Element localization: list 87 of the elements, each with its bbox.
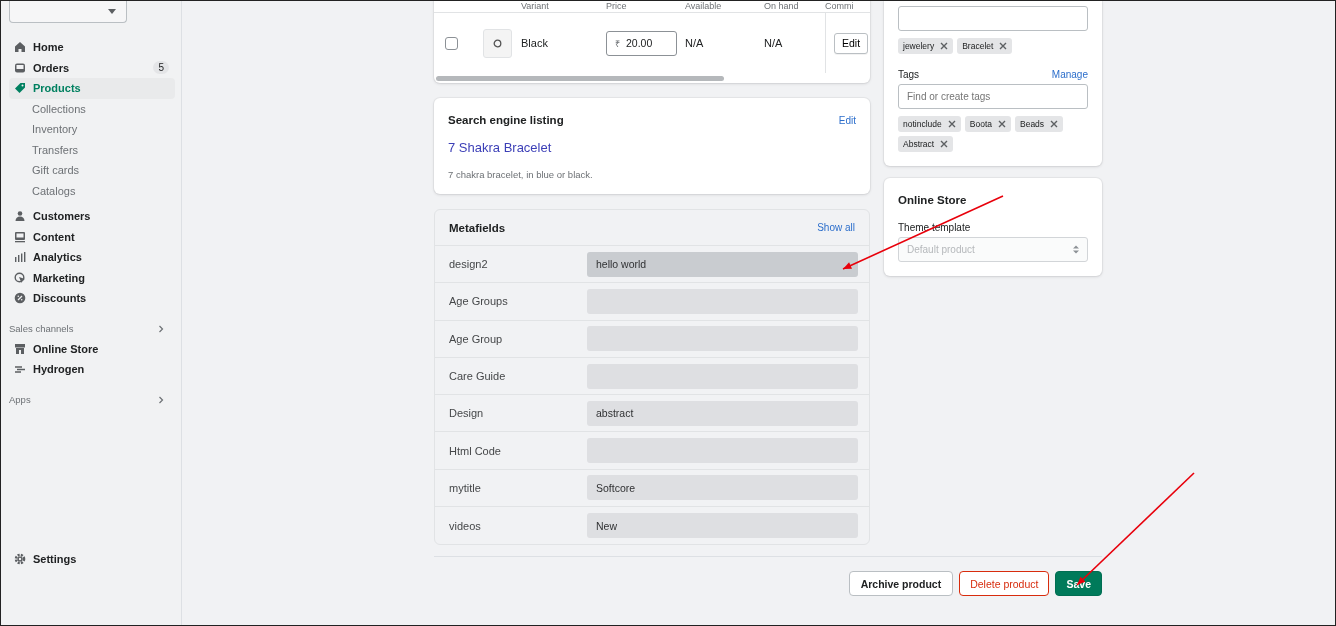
variant-name: Black (521, 37, 549, 49)
nav-subitem[interactable]: Collections (9, 98, 175, 119)
tag-chip: jewelery (898, 38, 954, 54)
section-heading: Sales channels (9, 323, 74, 334)
metafield-input[interactable]: New (587, 513, 858, 539)
metafield-label: videos (449, 519, 482, 532)
nav-subitem[interactable]: Gift cards (9, 160, 175, 181)
nav-subitem[interactable]: Transfers (9, 139, 175, 160)
collections-field[interactable] (898, 6, 1088, 31)
metafield-input[interactable]: abstract (587, 400, 858, 426)
metafield-label: Care Guide (449, 370, 507, 383)
wind-icon (14, 363, 26, 376)
checkbox[interactable] (445, 36, 458, 50)
remove-icon[interactable] (947, 120, 956, 128)
tag-chip: Beads (1015, 116, 1064, 132)
storefront-icon (14, 342, 26, 355)
card-title: Search engine listing (448, 114, 564, 126)
edit-button[interactable]: Edit (834, 32, 869, 54)
seo-page-title: 7 Shakra Bracelet (448, 140, 553, 155)
remove-icon[interactable] (940, 42, 949, 50)
column-header: Commi (825, 1, 855, 11)
seo-description: 7 chakra bracelet, in blue or black. (448, 169, 594, 180)
ring-icon (493, 38, 502, 48)
nav-subitem[interactable]: Catalogs (9, 180, 175, 201)
tags-field[interactable]: Find or create tags (898, 84, 1088, 109)
nav-item[interactable]: Analytics (9, 247, 175, 268)
nav-item[interactable]: Orders 5 (9, 57, 175, 78)
remove-icon[interactable] (998, 120, 1006, 128)
tag-chip: Boota (964, 116, 1011, 132)
settings-icon (14, 552, 26, 565)
metafield-label: Html Code (449, 444, 502, 457)
save-button[interactable]: Save (1055, 571, 1102, 597)
metafield-label: design2 (449, 258, 489, 271)
metafield-label: Design (449, 407, 485, 420)
edit-link[interactable]: Edit (838, 114, 856, 126)
count-badge: 5 (153, 61, 169, 75)
field-label: Tags (898, 69, 920, 80)
caret-icon (108, 9, 116, 14)
metafield-label: mytitle (449, 481, 482, 494)
metafield-label: Age Group (449, 332, 504, 345)
target-cursor-icon (14, 271, 26, 284)
nav-item[interactable]: Home (9, 37, 175, 58)
tag-icon (14, 82, 26, 95)
bar-chart-icon (14, 251, 26, 264)
remove-icon[interactable] (940, 140, 949, 148)
price-field[interactable]: ₹ 20.00 (606, 30, 677, 56)
nav-item[interactable]: Online Store (9, 338, 175, 359)
nav-item[interactable]: Marketing (9, 267, 175, 288)
archive-button[interactable]: Archive product (848, 571, 954, 597)
chevron-icon[interactable] (157, 395, 165, 404)
manage-link[interactable]: Manage (1051, 69, 1088, 80)
column-header: Available (685, 1, 723, 11)
on-hand-cell-text: N/A (764, 37, 784, 49)
nav-item[interactable]: Settings (9, 548, 175, 569)
nav-item[interactable]: Content (9, 226, 175, 247)
nav-item[interactable]: Hydrogen (9, 359, 175, 380)
section-heading: Apps (9, 394, 31, 405)
store-selector[interactable] (9, 1, 127, 23)
discount-icon (14, 292, 26, 305)
tag-chip: Bracelet (957, 38, 1013, 54)
nav-subitem[interactable]: Inventory (9, 119, 175, 140)
remove-icon[interactable] (999, 42, 1008, 50)
nav-item[interactable]: Customers (9, 206, 175, 227)
chevron-icon[interactable] (157, 324, 165, 333)
delete-button[interactable]: Delete product (959, 571, 1050, 597)
content-icon (14, 230, 26, 243)
card-title: Online Store (898, 194, 968, 206)
sort-arrows-icon (1073, 245, 1079, 254)
metafield-input[interactable]: Softcore (587, 475, 858, 501)
nav-item[interactable]: Products (9, 78, 175, 99)
card-title: Metafields (449, 221, 506, 234)
column-header: On hand (764, 1, 800, 11)
show-all-link[interactable]: Show all (817, 222, 855, 233)
person-icon (14, 210, 26, 223)
tray-icon (14, 61, 26, 74)
home-icon (14, 41, 26, 54)
column-header: Variant (521, 1, 550, 11)
nav-item[interactable]: Discounts (9, 288, 175, 309)
tag-chip: Abstract (898, 136, 954, 152)
metafield-label: Age Groups (449, 295, 509, 308)
available-cell-text: N/A (685, 37, 705, 49)
column-header: Price (606, 1, 628, 11)
remove-icon[interactable] (1050, 120, 1059, 128)
metafield-input[interactable]: hello world (587, 251, 858, 277)
scrollbar[interactable] (436, 76, 724, 81)
field-label: Theme template (898, 222, 972, 233)
tag-chip: notinclude (898, 116, 961, 132)
